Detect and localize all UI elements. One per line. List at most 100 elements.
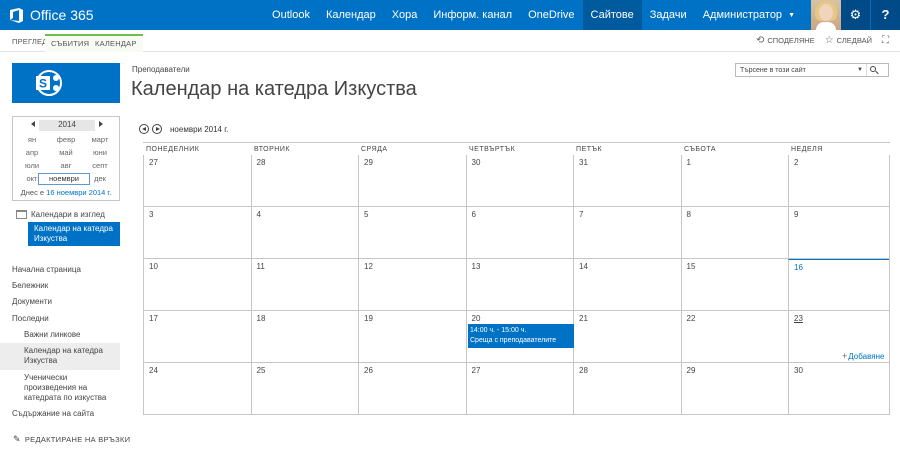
search-icon[interactable] bbox=[866, 64, 880, 76]
day-number[interactable]: 26 bbox=[364, 366, 373, 375]
calendar-day-cell[interactable]: 27 bbox=[143, 155, 251, 207]
focus-content-button[interactable]: ⛶ bbox=[882, 35, 892, 46]
day-number[interactable]: 6 bbox=[472, 210, 476, 219]
site-logo[interactable]: S bbox=[12, 63, 120, 103]
office365-brand[interactable]: Office 365 bbox=[8, 6, 94, 24]
calendar-day-cell[interactable]: 15 bbox=[680, 259, 789, 311]
day-number[interactable]: 30 bbox=[472, 158, 481, 167]
day-number[interactable]: 5 bbox=[364, 210, 368, 219]
nav-sites[interactable]: Сайтове bbox=[582, 0, 642, 30]
day-number[interactable]: 1 bbox=[687, 158, 691, 167]
day-number[interactable]: 27 bbox=[472, 366, 481, 375]
nav-important-links[interactable]: Важни линкове bbox=[24, 330, 80, 339]
tab-calendar[interactable]: КАЛЕНДАР bbox=[89, 34, 143, 52]
calendar-day-cell[interactable]: 3 bbox=[143, 207, 251, 259]
nav-notebook[interactable]: Бележник bbox=[12, 281, 48, 290]
day-number[interactable]: 14 bbox=[579, 262, 588, 271]
nav-site-contents[interactable]: Съдържание на сайта bbox=[12, 409, 94, 418]
calendar-day-cell[interactable]: 1 bbox=[680, 155, 789, 207]
nav-outlook[interactable]: Outlook bbox=[264, 0, 318, 30]
nav-calendar[interactable]: Календар bbox=[318, 0, 384, 30]
search-input[interactable] bbox=[736, 64, 854, 76]
breadcrumb[interactable]: Преподаватели bbox=[132, 65, 190, 74]
edit-links-button[interactable]: ✎ РЕДАКТИРАНЕ НА ВРЪЗКИ bbox=[13, 434, 130, 445]
nav-student-works[interactable]: Ученически произведения на катедрата по … bbox=[24, 373, 118, 403]
day-number[interactable]: 25 bbox=[257, 366, 266, 375]
nav-art-calendar[interactable]: Календар на катедра Изкуства bbox=[24, 346, 116, 366]
day-number[interactable]: 18 bbox=[257, 314, 266, 323]
month-sep[interactable]: септ bbox=[83, 160, 117, 172]
day-number[interactable]: 24 bbox=[149, 366, 158, 375]
day-number[interactable]: 3 bbox=[149, 210, 153, 219]
calendar-day-cell[interactable]: 13 bbox=[465, 259, 574, 311]
next-month-icon[interactable] bbox=[152, 124, 162, 134]
day-number[interactable]: 8 bbox=[687, 210, 691, 219]
nav-admin[interactable]: Администратор ▼ bbox=[695, 0, 803, 30]
calendar-event[interactable]: 14:00 ч. - 15:00 ч. Среща с преподавател… bbox=[468, 324, 574, 348]
prev-year-icon[interactable] bbox=[31, 121, 35, 127]
calendar-day-cell[interactable]: 29 bbox=[358, 155, 466, 207]
calendar-day-cell[interactable]: 14 bbox=[573, 259, 681, 311]
month-jun[interactable]: юни bbox=[83, 147, 117, 159]
day-number[interactable]: 27 bbox=[149, 158, 158, 167]
day-number[interactable]: 28 bbox=[579, 366, 588, 375]
day-number[interactable]: 13 bbox=[472, 262, 481, 271]
calendar-day-cell[interactable]: 17 bbox=[143, 311, 251, 363]
calendar-day-cell[interactable]: 22 bbox=[680, 311, 789, 363]
search-scope-dropdown-icon[interactable]: ▼ bbox=[854, 67, 866, 73]
next-year-icon[interactable] bbox=[99, 121, 103, 127]
calendar-day-cell[interactable]: 24 bbox=[143, 363, 251, 415]
calendar-day-cell[interactable]: 31 bbox=[573, 155, 681, 207]
day-number[interactable]: 21 bbox=[579, 314, 588, 323]
follow-button[interactable]: ☆ СЛЕДВАЙ bbox=[825, 35, 872, 46]
nav-newsfeed[interactable]: Информ. канал bbox=[425, 0, 520, 30]
month-feb[interactable]: февр bbox=[49, 134, 83, 146]
gear-icon[interactable]: ⚙ bbox=[841, 0, 870, 30]
help-icon[interactable]: ? bbox=[871, 0, 900, 30]
calendar-day-cell[interactable]: 28 bbox=[573, 363, 681, 415]
month-aug[interactable]: авг bbox=[49, 160, 83, 172]
day-number[interactable]: 15 bbox=[687, 262, 696, 271]
day-number[interactable]: 16 bbox=[794, 263, 803, 272]
day-number[interactable]: 29 bbox=[364, 158, 373, 167]
calendar-day-cell[interactable]: 12 bbox=[358, 259, 466, 311]
day-number[interactable]: 19 bbox=[364, 314, 373, 323]
day-number[interactable]: 11 bbox=[257, 262, 265, 271]
month-jan[interactable]: ян bbox=[15, 134, 49, 146]
share-button[interactable]: ⟲ СПОДЕЛЯНЕ bbox=[756, 35, 815, 46]
avatar[interactable] bbox=[811, 0, 841, 30]
calendar-day-cell[interactable]: 30 bbox=[465, 155, 574, 207]
nav-home[interactable]: Начална страница bbox=[12, 265, 81, 274]
calendar-day-cell[interactable]: 9 bbox=[788, 207, 890, 259]
day-number[interactable]: 10 bbox=[149, 262, 158, 271]
calendar-day-cell[interactable]: 28 bbox=[250, 155, 359, 207]
add-event-button[interactable]: +Добавяне bbox=[842, 351, 884, 361]
calendar-day-cell[interactable]: 27 bbox=[465, 363, 574, 415]
day-number[interactable]: 2 bbox=[794, 158, 798, 167]
prev-month-icon[interactable] bbox=[139, 124, 149, 134]
day-number[interactable]: 12 bbox=[364, 262, 373, 271]
calendar-day-cell[interactable]: 16 bbox=[788, 259, 890, 311]
today-link[interactable]: 16 ноември 2014 г. bbox=[46, 188, 111, 197]
nav-onedrive[interactable]: OneDrive bbox=[520, 0, 582, 30]
nav-people[interactable]: Хора bbox=[384, 0, 426, 30]
day-number[interactable]: 28 bbox=[257, 158, 266, 167]
month-dec[interactable]: дек bbox=[83, 173, 117, 185]
day-number[interactable]: 4 bbox=[257, 210, 261, 219]
month-mar[interactable]: март bbox=[83, 134, 117, 146]
nav-tasks[interactable]: Задачи bbox=[642, 0, 695, 30]
day-number[interactable]: 22 bbox=[687, 314, 696, 323]
day-number[interactable]: 9 bbox=[794, 210, 798, 219]
calendar-day-cell[interactable]: 7 bbox=[573, 207, 681, 259]
day-number[interactable]: 23 bbox=[794, 314, 803, 323]
calendar-day-cell[interactable]: 26 bbox=[358, 363, 466, 415]
calendar-day-cell[interactable]: 29 bbox=[680, 363, 789, 415]
month-apr[interactable]: апр bbox=[15, 147, 49, 159]
calendar-day-cell[interactable]: 6 bbox=[465, 207, 574, 259]
calendar-day-cell[interactable]: 4 bbox=[250, 207, 359, 259]
day-number[interactable]: 17 bbox=[149, 314, 158, 323]
nav-documents[interactable]: Документи bbox=[12, 297, 52, 306]
calendar-day-cell[interactable]: 2 bbox=[788, 155, 890, 207]
calendar-day-cell[interactable]: 18 bbox=[250, 311, 359, 363]
day-number[interactable]: 30 bbox=[794, 366, 803, 375]
